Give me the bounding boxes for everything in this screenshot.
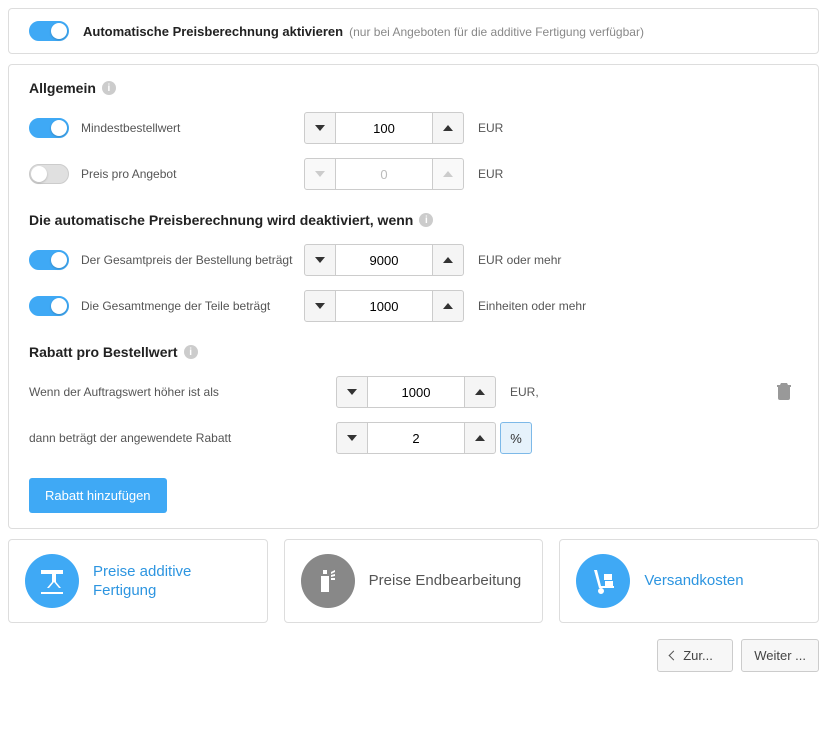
discount-rate-increment[interactable] [464,422,496,454]
add-discount-button[interactable]: Rabatt hinzufügen [29,478,167,513]
min-order-toggle[interactable] [29,118,69,138]
row-min-order: Mindestbestellwert EUR [29,112,798,144]
discount-rate-label: dann beträgt der angewendete Rabatt [29,431,231,445]
section-discount-heading: Rabatt pro Bestellwert i [29,344,798,360]
section-general-label: Allgemein [29,80,96,96]
price-per-offer-label: Preis pro Angebot [81,167,176,181]
chevron-left-icon [669,651,679,661]
pricing-cards: Preise additive Fertigung Preise Endbear… [8,539,819,623]
section-deactivate-heading: Die automatische Preisberechnung wird de… [29,212,798,228]
card-shipping-title: Versandkosten [644,571,743,591]
min-order-decrement[interactable] [304,112,336,144]
total-qty-label: Die Gesamtmenge der Teile beträgt [81,299,270,313]
total-price-toggle[interactable] [29,250,69,270]
discount-threshold-label: Wenn der Auftragswert höher ist als [29,385,219,399]
section-discount-label: Rabatt pro Bestellwert [29,344,178,360]
discount-threshold-decrement[interactable] [336,376,368,408]
total-qty-spinner [304,290,464,322]
total-price-label: Der Gesamtpreis der Bestellung beträgt [81,253,292,267]
row-total-price: Der Gesamtpreis der Bestellung beträgt E… [29,244,798,276]
info-icon[interactable]: i [419,213,433,227]
total-price-input[interactable] [336,244,432,276]
total-price-spinner [304,244,464,276]
discount-rate-input[interactable] [368,422,464,454]
back-button-label: Zur... [683,648,713,663]
next-button[interactable]: Weiter ... [741,639,819,672]
discount-threshold-input[interactable] [368,376,464,408]
next-button-label: Weiter ... [754,648,806,663]
back-button[interactable]: Zur... [657,639,733,672]
total-qty-increment[interactable] [432,290,464,322]
price-per-offer-unit: EUR [478,167,503,181]
price-per-offer-input [336,158,432,190]
total-qty-decrement[interactable] [304,290,336,322]
discount-threshold-increment[interactable] [464,376,496,408]
row-total-qty: Die Gesamtmenge der Teile beträgt Einhei… [29,290,798,322]
min-order-unit: EUR [478,121,503,135]
total-price-unit: EUR oder mehr [478,253,561,267]
activate-auto-pricing-toggle[interactable] [29,21,69,41]
discount-rate-spinner [336,422,496,454]
total-price-decrement[interactable] [304,244,336,276]
min-order-label: Mindestbestellwert [81,121,180,135]
total-qty-toggle[interactable] [29,296,69,316]
price-per-offer-decrement [304,158,336,190]
card-shipping-cost[interactable]: Versandkosten [559,539,819,623]
footer-nav: Zur... Weiter ... [8,639,819,672]
section-deactivate-label: Die automatische Preisberechnung wird de… [29,212,413,228]
hand-truck-icon [576,554,630,608]
activation-panel: Automatische Preisberechnung aktivieren … [8,8,819,54]
price-per-offer-spinner [304,158,464,190]
price-per-offer-increment [432,158,464,190]
card-additive-title: Preise additive Fertigung [93,562,251,601]
activate-auto-pricing-label: Automatische Preisberechnung aktivieren … [83,24,644,39]
discount-threshold-unit: EUR, [510,385,539,399]
discount-rate-decrement[interactable] [336,422,368,454]
min-order-input[interactable] [336,112,432,144]
card-finishing-title: Preise Endbearbeitung [369,571,522,591]
total-price-increment[interactable] [432,244,464,276]
card-finishing-pricing[interactable]: Preise Endbearbeitung [284,539,544,623]
discount-threshold-spinner [336,376,496,408]
discount-rate-unit[interactable]: % [500,422,532,454]
additive-manufacturing-icon [25,554,79,608]
min-order-increment[interactable] [432,112,464,144]
settings-panel: Allgemein i Mindestbestellwert EUR Preis… [8,64,819,529]
total-qty-input[interactable] [336,290,432,322]
price-per-offer-toggle[interactable] [29,164,69,184]
activate-title: Automatische Preisberechnung aktivieren [83,24,343,39]
delete-discount-icon[interactable] [776,382,798,403]
row-discount-rate: dann beträgt der angewendete Rabatt % [29,422,798,454]
activate-hint: (nur bei Angeboten für die additive Fert… [349,25,644,39]
spray-can-icon [301,554,355,608]
row-discount-threshold: Wenn der Auftragswert höher ist als EUR, [29,376,798,408]
section-general-heading: Allgemein i [29,80,798,96]
total-qty-unit: Einheiten oder mehr [478,299,586,313]
min-order-spinner [304,112,464,144]
info-icon[interactable]: i [184,345,198,359]
card-additive-pricing[interactable]: Preise additive Fertigung [8,539,268,623]
row-price-per-offer: Preis pro Angebot EUR [29,158,798,190]
info-icon[interactable]: i [102,81,116,95]
